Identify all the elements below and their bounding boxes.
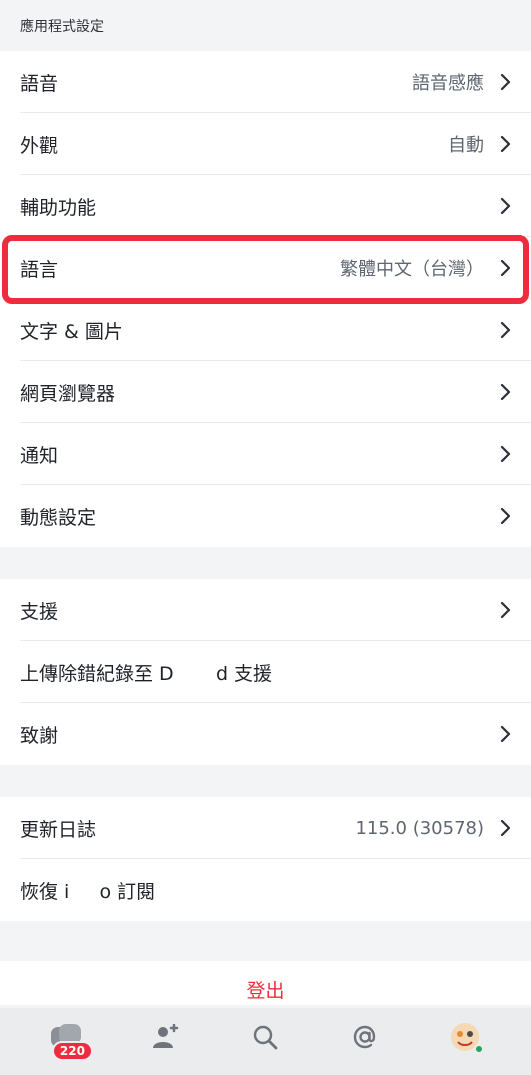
section-divider <box>0 765 531 797</box>
settings-row-notifications[interactable]: 通知 <box>0 423 531 485</box>
row-label: 語音 <box>20 72 59 95</box>
chevron-right-icon <box>498 320 512 340</box>
chevron-right-icon <box>498 724 512 744</box>
settings-row-text-images[interactable]: 文字 & 圖片 <box>0 299 531 361</box>
bottom-tab-bar: 220 <box>0 1008 531 1075</box>
app-settings-group: 語音 語音感應 外觀 自動 輔助功能 語言 繁體中文（台灣） 文字 & 圖片 網… <box>0 51 531 547</box>
tab-profile[interactable] <box>439 1013 491 1065</box>
row-value: 語音感應 <box>412 73 484 94</box>
row-label: 恢復 i o 訂閱 <box>20 880 156 903</box>
chevron-right-icon <box>498 818 512 838</box>
settings-row-activity[interactable]: 動態設定 <box>0 485 531 547</box>
row-label: 致謝 <box>20 724 59 747</box>
row-label: 通知 <box>20 444 59 467</box>
section-header-app-settings: 應用程式設定 <box>0 0 531 51</box>
tab-friends[interactable] <box>140 1013 192 1065</box>
row-label: 更新日誌 <box>20 818 97 841</box>
row-label: 動態設定 <box>20 506 97 529</box>
row-label: 輔助功能 <box>20 196 97 219</box>
row-label: 外觀 <box>20 134 59 157</box>
info-group: 更新日誌 115.0 (30578) 恢復 i o 訂閱 <box>0 797 531 921</box>
row-label: 上傳除錯紀錄至 D d 支援 <box>20 662 273 685</box>
settings-row-accessibility[interactable]: 輔助功能 <box>0 175 531 237</box>
logout-button[interactable]: 登出 <box>246 976 284 1003</box>
settings-row-changelog[interactable]: 更新日誌 115.0 (30578) <box>0 797 531 859</box>
chevron-right-icon <box>498 600 512 620</box>
section-divider <box>0 547 531 579</box>
settings-row-language[interactable]: 語言 繁體中文（台灣） <box>0 237 531 299</box>
row-label: 網頁瀏覽器 <box>20 382 116 405</box>
settings-row-appearance[interactable]: 外觀 自動 <box>0 113 531 175</box>
settings-row-upload-debug-logs[interactable]: 上傳除錯紀錄至 D d 支援 <box>0 641 531 703</box>
settings-row-acknowledgements[interactable]: 致謝 <box>0 703 531 765</box>
chevron-right-icon <box>498 134 512 154</box>
section-divider <box>0 921 531 961</box>
chevron-right-icon <box>498 444 512 464</box>
row-value: 自動 <box>448 135 484 156</box>
logout-area: 登出 <box>0 961 531 1005</box>
search-icon <box>252 1024 278 1054</box>
row-label: 文字 & 圖片 <box>20 320 123 343</box>
chevron-right-icon <box>498 258 512 278</box>
online-status-icon <box>474 1043 485 1054</box>
chevron-right-icon <box>498 72 512 92</box>
mentions-icon <box>351 1023 379 1055</box>
row-value: 115.0 (30578) <box>355 817 484 839</box>
section-header-label: 應用程式設定 <box>20 18 104 35</box>
row-value: 繁體中文（台灣） <box>340 259 484 280</box>
row-label: 語言 <box>20 258 59 281</box>
settings-row-voice[interactable]: 語音 語音感應 <box>0 51 531 113</box>
tab-servers[interactable]: 220 <box>40 1013 93 1065</box>
chevron-right-icon <box>498 382 512 402</box>
settings-page: 應用程式設定 語音 語音感應 外觀 自動 輔助功能 語言 繁體中文（台灣） 文字… <box>0 0 531 1075</box>
tab-search[interactable] <box>239 1013 291 1065</box>
notification-badge: 220 <box>51 1040 93 1061</box>
settings-row-restore-subscription[interactable]: 恢復 i o 訂閱 <box>0 859 531 921</box>
chevron-right-icon <box>498 196 512 216</box>
chevron-right-icon <box>498 506 512 526</box>
settings-row-web-browser[interactable]: 網頁瀏覽器 <box>0 361 531 423</box>
friends-icon <box>151 1023 181 1054</box>
tab-mentions[interactable] <box>339 1013 391 1065</box>
row-label: 支援 <box>20 600 59 623</box>
settings-row-support[interactable]: 支援 <box>0 579 531 641</box>
support-group: 支援 上傳除錯紀錄至 D d 支援 致謝 <box>0 579 531 765</box>
